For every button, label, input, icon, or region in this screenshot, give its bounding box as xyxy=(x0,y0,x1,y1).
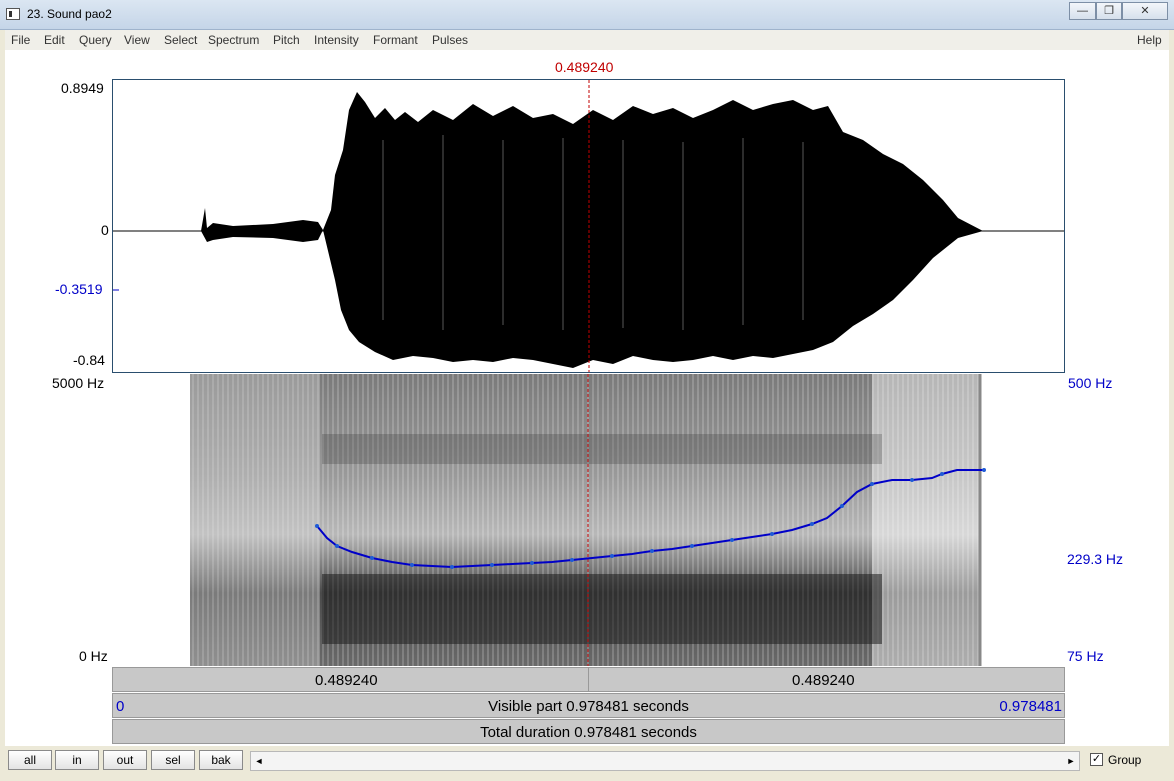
spectrogram-offset-fade xyxy=(872,374,982,666)
zoom-all-button[interactable]: all xyxy=(8,750,52,770)
cursor-time-bar[interactable]: 0.489240 0.489240 xyxy=(112,667,1065,692)
zoom-sel-button[interactable]: sel xyxy=(151,750,195,770)
waveform-zero-label: 0 xyxy=(101,222,109,238)
visible-part-label: Visible part 0.978481 seconds xyxy=(488,698,689,715)
pitch-marker-label: 229.3 Hz xyxy=(1067,551,1124,567)
group-label: Group xyxy=(1108,753,1142,767)
spectrogram-low-formant xyxy=(322,574,882,644)
waveform-marker-label: -0.3519 xyxy=(55,281,103,297)
waveform-max-label: 0.8949 xyxy=(61,80,104,96)
zoom-in-button[interactable]: in xyxy=(55,750,99,770)
menu-view[interactable]: View xyxy=(124,33,150,47)
restore-button[interactable]: ❐ xyxy=(1096,2,1122,20)
menu-bar: File Edit Query View Select Spectrum Pit… xyxy=(5,30,1169,50)
menu-pulses[interactable]: Pulses xyxy=(432,33,468,47)
cursor-time-label: 0.489240 xyxy=(555,59,614,75)
menu-edit[interactable]: Edit xyxy=(44,33,65,47)
waveform-min-label: -0.84 xyxy=(73,352,105,368)
menu-formant[interactable]: Formant xyxy=(373,33,418,47)
cursor-left-label: 0.489240 xyxy=(315,672,378,689)
menu-pitch[interactable]: Pitch xyxy=(273,33,300,47)
app-icon xyxy=(6,8,20,20)
close-button[interactable]: ✕ xyxy=(1122,2,1168,20)
waveform-panel[interactable] xyxy=(112,79,1065,373)
waveform-graphic xyxy=(113,80,1064,372)
scroll-right-icon[interactable]: ► xyxy=(1063,752,1079,770)
horizontal-scrollbar[interactable]: ◄ ► xyxy=(250,751,1080,771)
menu-spectrum[interactable]: Spectrum xyxy=(208,33,259,47)
scroll-left-icon[interactable]: ◄ xyxy=(251,752,267,770)
minimize-button[interactable]: — xyxy=(1069,2,1096,20)
group-checkbox[interactable]: ✓ xyxy=(1090,753,1103,766)
spectrogram-onset-fade xyxy=(190,374,320,666)
spectrogram-high-formant xyxy=(322,434,882,464)
waveform-onset-noise xyxy=(201,208,323,242)
visible-part-bar[interactable]: 0 Visible part 0.978481 seconds 0.978481 xyxy=(112,693,1065,718)
cursor-right-label: 0.489240 xyxy=(792,672,855,689)
menu-file[interactable]: File xyxy=(11,33,30,47)
spectrogram-panel[interactable] xyxy=(112,374,1065,666)
cursor-bar-divider xyxy=(588,668,589,691)
spectrogram-graphic xyxy=(190,374,986,666)
menu-intensity[interactable]: Intensity xyxy=(314,33,359,47)
zoom-back-button[interactable]: bak xyxy=(199,750,243,770)
bottom-toolbar: all in out sel bak ◄ ► ✓ Group xyxy=(0,746,1174,781)
title-bar: 23. Sound pao2 — ❐ ✕ xyxy=(0,0,1174,30)
pitch-min-label: 75 Hz xyxy=(1067,648,1104,664)
zoom-out-button[interactable]: out xyxy=(103,750,147,770)
total-duration-bar[interactable]: Total duration 0.978481 seconds xyxy=(112,719,1065,744)
waveform-envelope xyxy=(323,92,983,368)
menu-help[interactable]: Help xyxy=(1137,33,1162,47)
visible-end-label: 0.978481 xyxy=(999,698,1062,715)
total-duration-label: Total duration 0.978481 seconds xyxy=(480,724,697,741)
menu-query[interactable]: Query xyxy=(79,33,112,47)
pitch-max-label: 500 Hz xyxy=(1068,375,1113,391)
window-title: 23. Sound pao2 xyxy=(27,7,112,21)
spectrogram-max-label: 5000 Hz xyxy=(52,375,105,391)
menu-select[interactable]: Select xyxy=(164,33,197,47)
spectrogram-min-label: 0 Hz xyxy=(79,648,108,664)
